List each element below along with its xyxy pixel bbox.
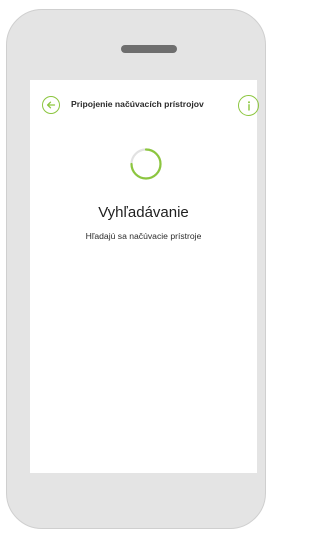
info-button[interactable]: [238, 95, 259, 116]
info-icon: [247, 100, 250, 111]
header-bar: Pripojenie načúvacích prístrojov: [30, 94, 259, 120]
status-title: Vyhľadávanie: [98, 204, 189, 221]
phone-frame: Pripojenie načúvacích prístrojov Vyhľadá…: [6, 9, 266, 529]
status-subtitle: Hľadajú sa načúvacie prístroje: [85, 231, 202, 241]
arrow-left-icon: [46, 101, 56, 109]
back-button[interactable]: [42, 96, 60, 114]
app-screen: Pripojenie načúvacích prístrojov Vyhľadá…: [30, 80, 259, 473]
loading-spinner-icon: [130, 148, 162, 180]
speaker-grille: [121, 45, 177, 53]
page-title: Pripojenie načúvacích prístrojov: [71, 99, 204, 109]
